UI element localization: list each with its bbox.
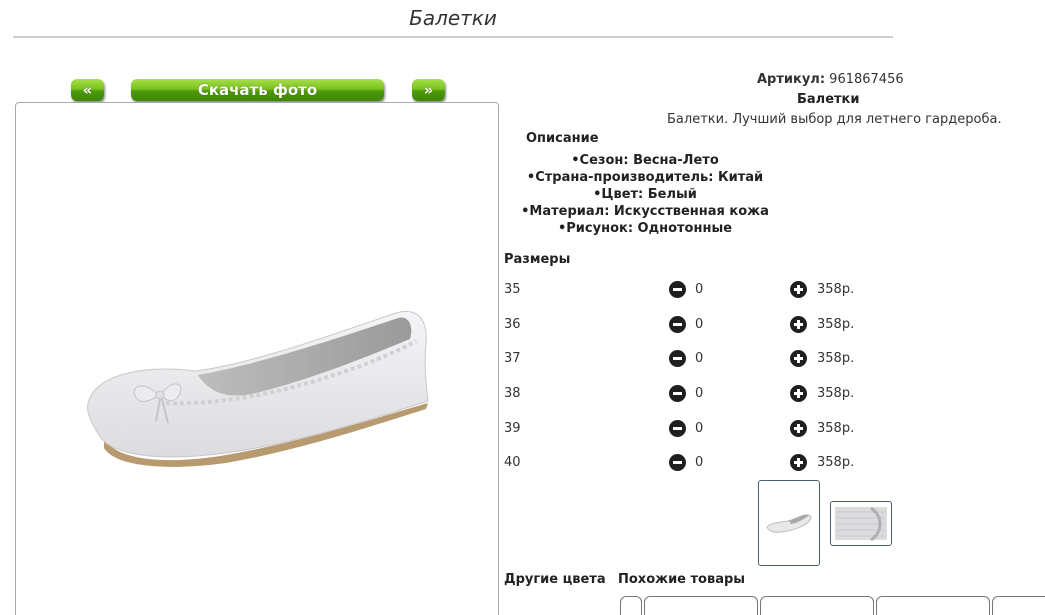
description-item: Материал: Искусственная кожа bbox=[500, 203, 790, 220]
size-row: 40 0 358р. bbox=[504, 453, 904, 473]
ballet-flat-closeup-thumbnail bbox=[835, 506, 887, 542]
ballet-flat-image bbox=[87, 311, 429, 467]
decrease-qty-icon[interactable] bbox=[669, 385, 686, 402]
increase-qty-icon[interactable] bbox=[790, 281, 807, 298]
quantity-value: 0 bbox=[695, 455, 704, 470]
similar-products-heading: Похожие товары bbox=[618, 572, 746, 587]
prev-photo-button[interactable]: « bbox=[71, 79, 104, 101]
decrease-qty-icon[interactable] bbox=[669, 350, 686, 367]
decrease-qty-icon[interactable] bbox=[669, 281, 686, 298]
price-value: 358р. bbox=[817, 421, 855, 436]
download-photo-button[interactable]: Скачать фото bbox=[131, 79, 384, 101]
sizes-heading: Размеры bbox=[504, 252, 571, 267]
ballet-flat-thumbnail bbox=[766, 514, 812, 533]
increase-qty-icon[interactable] bbox=[790, 420, 807, 437]
similar-product-card[interactable] bbox=[644, 596, 758, 615]
quantity-value: 0 bbox=[695, 282, 704, 297]
increase-qty-icon[interactable] bbox=[790, 350, 807, 367]
size-row: 36 0 358р. bbox=[504, 315, 904, 335]
size-row: 37 0 358р. bbox=[504, 349, 904, 369]
quantity-value: 0 bbox=[695, 386, 704, 401]
decrease-qty-icon[interactable] bbox=[669, 316, 686, 333]
size-row: 39 0 358р. bbox=[504, 419, 904, 439]
title-divider bbox=[13, 36, 893, 38]
decrease-qty-icon[interactable] bbox=[669, 420, 686, 437]
main-product-photo[interactable] bbox=[15, 102, 499, 615]
product-tagline: Балетки. Лучший выбор для летнего гардер… bbox=[667, 112, 1002, 127]
size-row: 38 0 358р. bbox=[504, 384, 904, 404]
quantity-value: 0 bbox=[695, 421, 704, 436]
photo-thumbnail[interactable] bbox=[830, 501, 892, 546]
decrease-qty-icon[interactable] bbox=[669, 454, 686, 471]
size-value: 36 bbox=[504, 317, 521, 332]
description-item: Рисунок: Однотонные bbox=[500, 220, 790, 237]
quantity-value: 0 bbox=[695, 317, 704, 332]
price-value: 358р. bbox=[817, 282, 855, 297]
size-value: 37 bbox=[504, 351, 521, 366]
size-value: 35 bbox=[504, 282, 521, 297]
description-heading: Описание bbox=[526, 131, 599, 146]
increase-qty-icon[interactable] bbox=[790, 316, 807, 333]
price-value: 358р. bbox=[817, 455, 855, 470]
photo-thumbnail-selected[interactable] bbox=[758, 480, 820, 566]
similar-product-card[interactable] bbox=[760, 596, 874, 615]
size-row: 35 0 358р. bbox=[504, 280, 904, 300]
similar-product-card[interactable] bbox=[876, 596, 990, 615]
size-value: 40 bbox=[504, 455, 521, 470]
sku-label: Артикул: bbox=[757, 72, 826, 87]
size-value: 39 bbox=[504, 421, 521, 436]
page-title: Балетки bbox=[409, 6, 497, 30]
similar-product-card[interactable] bbox=[620, 596, 642, 615]
size-value: 38 bbox=[504, 386, 521, 401]
similar-product-card[interactable] bbox=[992, 596, 1045, 615]
price-value: 358р. bbox=[817, 386, 855, 401]
quantity-value: 0 bbox=[695, 351, 704, 366]
other-colors-heading: Другие цвета bbox=[504, 572, 606, 587]
next-photo-button[interactable]: » bbox=[412, 79, 445, 101]
price-value: 358р. bbox=[817, 351, 855, 366]
price-value: 358р. bbox=[817, 317, 855, 332]
description-item: Цвет: Белый bbox=[500, 186, 790, 203]
description-item: Сезон: Весна-Лето bbox=[500, 152, 790, 169]
product-name: Балетки bbox=[797, 92, 860, 107]
description-item: Страна-производитель: Китай bbox=[500, 169, 790, 186]
increase-qty-icon[interactable] bbox=[790, 385, 807, 402]
description-list: Сезон: Весна-Лето Страна-производитель: … bbox=[500, 152, 790, 237]
sku: Артикул: 961867456 bbox=[757, 72, 904, 87]
increase-qty-icon[interactable] bbox=[790, 454, 807, 471]
sku-value: 961867456 bbox=[829, 72, 904, 87]
